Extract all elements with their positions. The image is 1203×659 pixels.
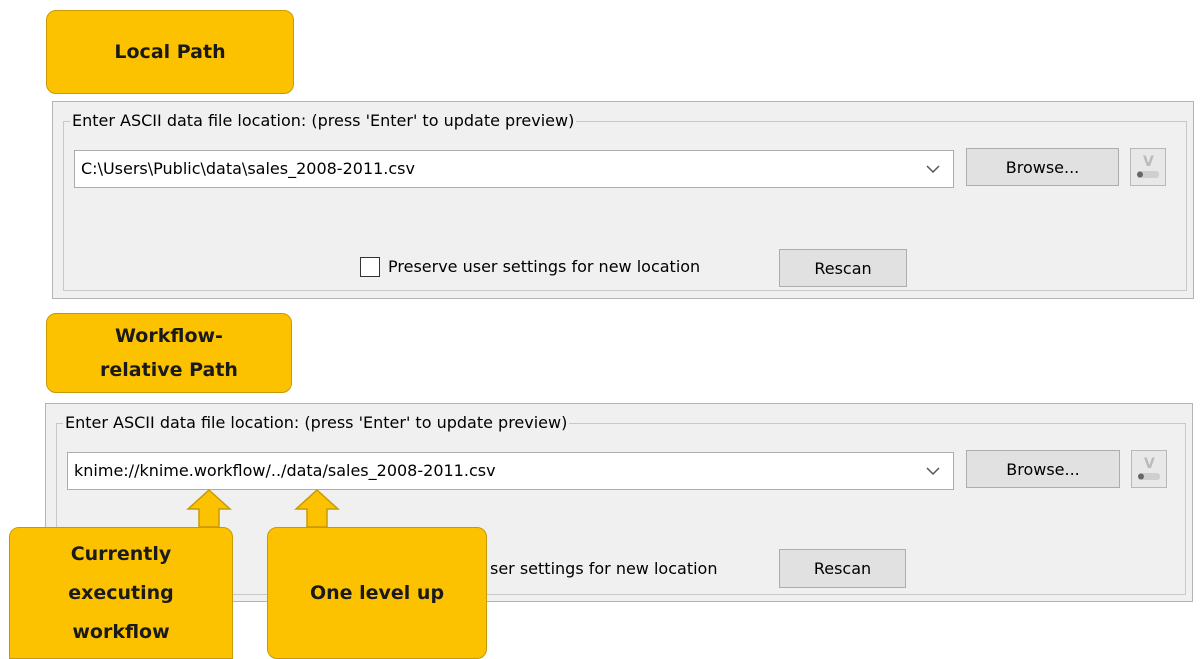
- rescan-button[interactable]: Rescan: [779, 549, 906, 588]
- workflow-relative-label-line1: Workflow-: [115, 325, 223, 347]
- flow-variable-button[interactable]: V: [1131, 450, 1167, 488]
- file-path-value[interactable]: C:\Users\Public\data\sales_2008-2011.csv: [81, 151, 415, 187]
- browse-button[interactable]: Browse...: [966, 148, 1119, 186]
- local-path-callout: Local Path: [46, 10, 294, 94]
- file-location-legend: Enter ASCII data file location: (press '…: [70, 111, 577, 131]
- current-label-line1: Currently: [70, 542, 172, 565]
- current-label-line3: workflow: [72, 620, 170, 643]
- file-location-legend: Enter ASCII data file location: (press '…: [63, 413, 570, 433]
- file-path-combobox[interactable]: knime://knime.workflow/../data/sales_200…: [67, 452, 954, 490]
- local-path-label: Local Path: [114, 40, 226, 63]
- chevron-down-icon[interactable]: [923, 159, 943, 179]
- workflow-relative-path-callout: Workflow- relative Path: [46, 313, 292, 393]
- file-path-value[interactable]: knime://knime.workflow/../data/sales_200…: [74, 453, 496, 489]
- flow-variable-button[interactable]: V: [1130, 148, 1166, 186]
- flow-variable-icon: V: [1137, 154, 1159, 178]
- rescan-button[interactable]: Rescan: [779, 249, 907, 287]
- svg-text:V: V: [1143, 154, 1154, 170]
- arrow-up-icon: [294, 489, 340, 528]
- chevron-down-icon[interactable]: [923, 461, 943, 481]
- one-level-up-label: One level up: [309, 581, 445, 604]
- preserve-settings-label: Preserve user settings for new location: [388, 257, 701, 276]
- local-path-panel: Enter ASCII data file location: (press '…: [52, 101, 1194, 299]
- current-label-line2: executing: [68, 581, 174, 604]
- currently-executing-workflow-callout: Currently executing workflow: [9, 527, 233, 659]
- browse-button[interactable]: Browse...: [966, 450, 1120, 488]
- preserve-settings-checkbox[interactable]: [360, 257, 380, 277]
- workflow-relative-label-line2: relative Path: [100, 359, 238, 381]
- one-level-up-callout: One level up: [267, 527, 487, 659]
- flow-variable-icon: V: [1138, 456, 1160, 480]
- preserve-settings-label: ser settings for new location: [490, 559, 718, 578]
- arrow-up-icon: [186, 489, 232, 528]
- svg-text:V: V: [1144, 456, 1155, 472]
- file-path-combobox[interactable]: C:\Users\Public\data\sales_2008-2011.csv: [74, 150, 954, 188]
